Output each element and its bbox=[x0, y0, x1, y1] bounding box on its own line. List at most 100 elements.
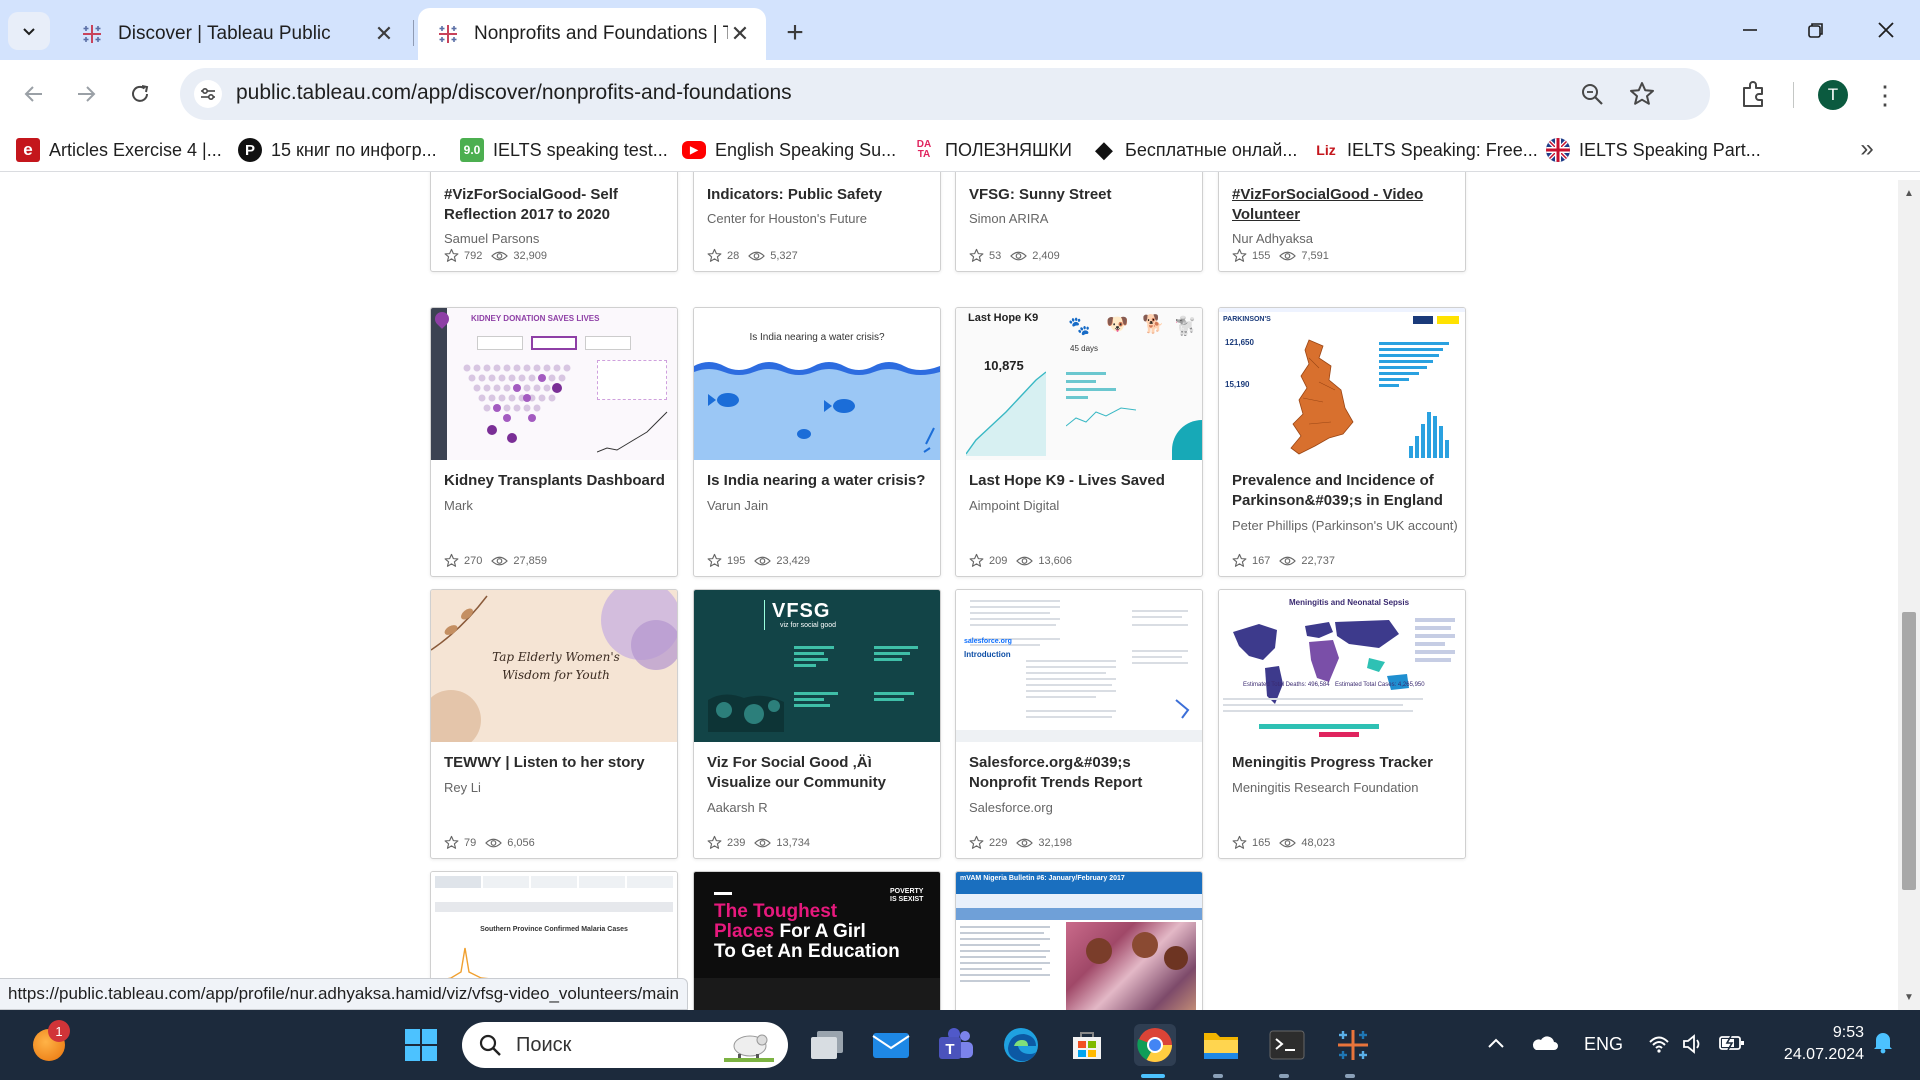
card-title[interactable]: Is India nearing a water crisis? bbox=[707, 471, 932, 491]
chrome-app[interactable] bbox=[1134, 1024, 1176, 1066]
card-title[interactable]: VFSG: Sunny Street bbox=[969, 185, 1194, 205]
viz-card[interactable]: Indicators: Public Safety Center for Hou… bbox=[693, 172, 941, 272]
bookmark-item[interactable]: 9.0 IELTS speaking test... bbox=[460, 137, 668, 163]
new-tab-button[interactable]: + bbox=[778, 16, 812, 50]
viz-card[interactable]: KIDNEY DONATION SAVES LIVES Kidney Trans… bbox=[430, 307, 678, 577]
card-author[interactable]: Nur Adhyaksa bbox=[1232, 231, 1313, 246]
tableau-app[interactable] bbox=[1332, 1024, 1374, 1066]
weather-widget[interactable]: 1 bbox=[28, 1020, 70, 1066]
star-icon[interactable] bbox=[1232, 835, 1247, 850]
tray-overflow-chevron-icon[interactable] bbox=[1486, 1034, 1506, 1055]
card-author[interactable]: Salesforce.org bbox=[969, 800, 1053, 815]
bookmark-item[interactable]: DA TA ПОЛЕЗНЯШКИ bbox=[912, 137, 1072, 163]
system-clock[interactable]: 9:53 24.07.2024 bbox=[1764, 1022, 1864, 1066]
reload-button[interactable] bbox=[120, 74, 160, 114]
zoom-icon[interactable] bbox=[1578, 80, 1606, 108]
viz-card[interactable]: #VizForSocialGood - Video Volunteer Nur … bbox=[1218, 172, 1466, 272]
scrollbar-thumb[interactable] bbox=[1902, 612, 1916, 890]
task-view-button[interactable] bbox=[806, 1024, 848, 1066]
viz-thumbnail[interactable]: salesforce.org Introduction bbox=[956, 590, 1202, 742]
card-title[interactable]: Viz For Social Good ‚Äì Visualize our Co… bbox=[707, 753, 932, 793]
mail-app[interactable] bbox=[870, 1024, 912, 1066]
viz-card[interactable]: Meningitis and Neonatal Sepsis Estimated… bbox=[1218, 589, 1466, 859]
menu-kebab-icon[interactable]: ⋮ bbox=[1870, 78, 1900, 112]
star-icon[interactable] bbox=[1232, 553, 1247, 568]
viz-thumbnail[interactable]: Last Hope K9 10,875 45 days 🐾 🐶 🐕 🐩 bbox=[956, 308, 1202, 460]
notifications-bell-icon[interactable] bbox=[1872, 1030, 1894, 1059]
card-title[interactable]: TEWWY | Listen to her story bbox=[444, 753, 669, 773]
terminal-app[interactable] bbox=[1266, 1024, 1308, 1066]
card-title[interactable]: Prevalence and Incidence of Parkinson&#0… bbox=[1232, 471, 1457, 511]
viz-thumbnail[interactable]: POVERTY IS SEXIST The Toughest Places For… bbox=[694, 872, 940, 1010]
site-info-icon[interactable] bbox=[194, 80, 222, 108]
page-scrollbar[interactable]: ▲ ▼ bbox=[1898, 180, 1920, 1010]
star-icon[interactable] bbox=[707, 553, 722, 568]
bookmark-item[interactable]: e Articles Exercise 4 |... bbox=[16, 137, 222, 163]
card-author[interactable]: Center for Houston's Future bbox=[707, 211, 867, 226]
forward-button[interactable] bbox=[66, 74, 106, 114]
tab-nonprofits[interactable]: Nonprofits and Foundations | Ta ✕ bbox=[418, 8, 766, 60]
store-app[interactable] bbox=[1066, 1024, 1108, 1066]
star-icon[interactable] bbox=[969, 553, 984, 568]
teams-app[interactable]: T bbox=[935, 1024, 977, 1066]
star-icon[interactable] bbox=[707, 248, 722, 263]
viz-card[interactable]: salesforce.org Introduction Salesforce.o… bbox=[955, 589, 1203, 859]
bookmark-item[interactable]: IELTS Speaking Part... bbox=[1546, 137, 1761, 163]
card-author[interactable]: Simon ARIRA bbox=[969, 211, 1048, 226]
bookmark-item[interactable]: P 15 книг по инфогр... bbox=[238, 137, 437, 163]
card-title[interactable]: Last Hope K9 - Lives Saved bbox=[969, 471, 1194, 491]
viz-card[interactable]: Is India nearing a water crisis? Is Indi… bbox=[693, 307, 941, 577]
viz-card[interactable]: POVERTY IS SEXIST The Toughest Places For… bbox=[693, 871, 941, 1010]
card-author[interactable]: Samuel Parsons bbox=[444, 231, 539, 246]
viz-thumbnail[interactable]: Meningitis and Neonatal Sepsis Estimated… bbox=[1219, 590, 1465, 742]
star-icon[interactable] bbox=[444, 248, 459, 263]
bookmark-item[interactable]: Liz IELTS Speaking: Free... bbox=[1314, 137, 1538, 163]
star-icon[interactable] bbox=[707, 835, 722, 850]
star-icon[interactable] bbox=[444, 553, 459, 568]
battery-icon[interactable] bbox=[1718, 1034, 1746, 1057]
language-indicator[interactable]: ENG bbox=[1584, 1034, 1623, 1055]
viz-thumbnail[interactable]: Is India nearing a water crisis? bbox=[694, 308, 940, 460]
card-title[interactable]: Meningitis Progress Tracker bbox=[1232, 753, 1457, 773]
viz-thumbnail[interactable]: KIDNEY DONATION SAVES LIVES bbox=[431, 308, 677, 460]
start-button[interactable] bbox=[400, 1024, 442, 1066]
card-author[interactable]: Aakarsh R bbox=[707, 800, 768, 815]
card-title[interactable]: Indicators: Public Safety bbox=[707, 185, 932, 205]
scroll-up-arrow-icon[interactable]: ▲ bbox=[1903, 188, 1915, 200]
close-window-button[interactable] bbox=[1858, 10, 1914, 50]
edge-app[interactable] bbox=[1000, 1024, 1042, 1066]
card-title[interactable]: Kidney Transplants Dashboard bbox=[444, 471, 669, 491]
star-icon[interactable] bbox=[969, 835, 984, 850]
card-author[interactable]: Varun Jain bbox=[707, 498, 768, 513]
viz-card[interactable]: VFSG: Sunny Street Simon ARIRA 53 2,409 bbox=[955, 172, 1203, 272]
viz-card[interactable]: PARKINSON'S 121,650 15,190 Prevalence an… bbox=[1218, 307, 1466, 577]
viz-card[interactable]: VFSG viz for social good Viz For Social … bbox=[693, 589, 941, 859]
restore-button[interactable] bbox=[1788, 10, 1844, 50]
close-icon[interactable]: ✕ bbox=[372, 21, 396, 46]
url-text[interactable]: public.tableau.com/app/discover/nonprofi… bbox=[236, 81, 792, 105]
wifi-icon[interactable] bbox=[1648, 1034, 1670, 1059]
tab-discover[interactable]: Discover | Tableau Public ✕ bbox=[62, 8, 410, 60]
minimize-button[interactable] bbox=[1722, 10, 1778, 50]
viz-thumbnail[interactable]: Tap Elderly Women's Wisdom for Youth bbox=[431, 590, 677, 742]
card-author[interactable]: Peter Phillips (Parkinson's UK account) bbox=[1232, 518, 1458, 533]
volume-icon[interactable] bbox=[1682, 1034, 1706, 1059]
viz-card[interactable]: Tap Elderly Women's Wisdom for Youth TEW… bbox=[430, 589, 678, 859]
scroll-down-arrow-icon[interactable]: ▼ bbox=[1903, 992, 1915, 1004]
viz-thumbnail[interactable]: PARKINSON'S 121,650 15,190 bbox=[1219, 308, 1465, 460]
profile-avatar[interactable]: T bbox=[1818, 80, 1848, 110]
viz-card[interactable]: mVAM Nigeria Bulletin #6: January/Februa… bbox=[955, 871, 1203, 1010]
viz-thumbnail[interactable]: mVAM Nigeria Bulletin #6: January/Februa… bbox=[956, 872, 1202, 1010]
star-icon[interactable] bbox=[444, 835, 459, 850]
viz-card[interactable]: Last Hope K9 10,875 45 days 🐾 🐶 🐕 🐩 Last… bbox=[955, 307, 1203, 577]
address-bar[interactable]: public.tableau.com/app/discover/nonprofi… bbox=[180, 68, 1710, 120]
onedrive-icon[interactable] bbox=[1530, 1034, 1558, 1057]
viz-card[interactable]: #VizForSocialGood- Self Reflection 2017 … bbox=[430, 172, 678, 272]
card-author[interactable]: Meningitis Research Foundation bbox=[1232, 780, 1418, 795]
card-title[interactable]: #VizForSocialGood - Video Volunteer bbox=[1232, 185, 1457, 225]
card-author[interactable]: Rey Li bbox=[444, 780, 481, 795]
bookmark-item[interactable]: ◆ Бесплатные онлай... bbox=[1092, 137, 1298, 163]
taskbar-search[interactable]: Поиск bbox=[462, 1022, 788, 1068]
close-icon[interactable]: ✕ bbox=[728, 21, 752, 46]
tab-search-button[interactable] bbox=[8, 12, 50, 50]
